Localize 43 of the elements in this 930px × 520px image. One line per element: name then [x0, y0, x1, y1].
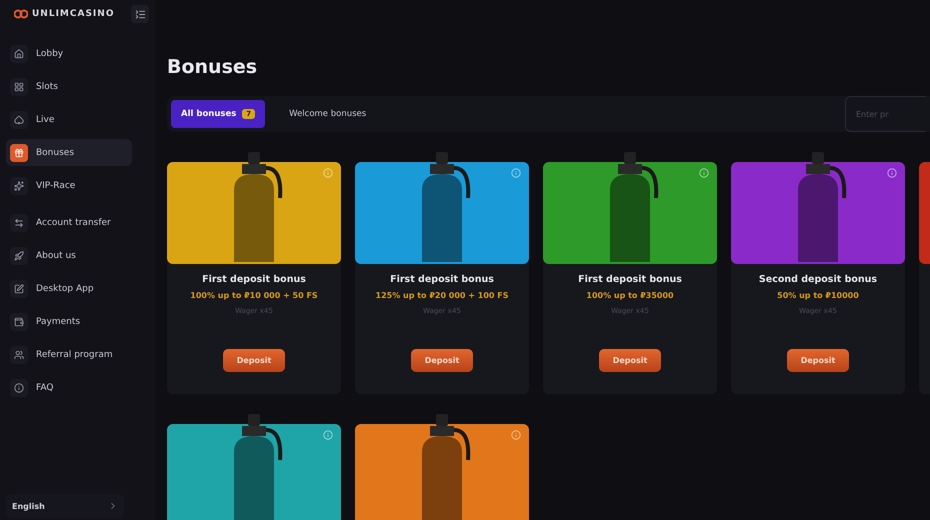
menu-icon: [10, 44, 28, 62]
bonus-offer: 50% up to ₽10000: [777, 291, 859, 300]
bonus-title: First deposit bonus: [202, 274, 306, 285]
sidebar-item[interactable]: FAQ: [6, 374, 132, 401]
info-icon[interactable]: [699, 168, 709, 178]
sidebar-item[interactable]: Bonuses: [6, 139, 132, 166]
menu-icon: [10, 110, 28, 128]
menu-icon: [10, 312, 28, 330]
bonus-title: Second deposit bonus: [758, 274, 878, 285]
logo-icon: [14, 9, 28, 19]
tab[interactable]: Welcome bonuses: [279, 100, 376, 128]
brand-name: UNLIMCASINO: [32, 9, 114, 19]
page-title: Bonuses: [167, 56, 258, 78]
bonus-title: First deposit bonus: [578, 274, 682, 285]
sidebar-item[interactable]: Account transfer: [6, 209, 132, 236]
menu-icon: [10, 378, 28, 396]
language-selector[interactable]: English: [6, 494, 124, 518]
info-icon[interactable]: [511, 168, 521, 178]
info-icon[interactable]: [323, 430, 333, 440]
bonus-offer: 100% up to ₽10 000 + 50 FS: [190, 291, 318, 300]
info-icon[interactable]: [511, 430, 521, 440]
sidebar-item[interactable]: Payments: [6, 308, 132, 335]
sidebar-item[interactable]: VIP-Race: [6, 172, 132, 199]
menu-icon: [10, 176, 28, 194]
bonus-offer: 100% up to ₽35000: [586, 291, 674, 300]
sidebar-item[interactable]: Lobby: [6, 40, 132, 67]
menu-icon: [10, 214, 28, 232]
menu-icon: [10, 246, 28, 264]
sidebar-item[interactable]: Desktop App: [6, 275, 132, 302]
info-icon[interactable]: [887, 168, 897, 178]
bonus-offer: 125% up to ₽20 000 + 100 FS: [376, 291, 508, 300]
sidebar-item[interactable]: Slots: [6, 73, 132, 100]
menu-icon: [10, 144, 28, 162]
collapse-sidebar-icon[interactable]: [131, 5, 149, 23]
info-icon[interactable]: [323, 168, 333, 178]
menu-icon: [10, 280, 28, 298]
sidebar-item[interactable]: About us: [6, 242, 132, 269]
search-field[interactable]: Enter pr: [845, 96, 926, 132]
menu-icon: [10, 346, 28, 364]
sidebar-item[interactable]: Live: [6, 106, 132, 133]
bonus-title: First deposit bonus: [390, 274, 494, 285]
menu-icon: [10, 78, 28, 96]
sidebar-item[interactable]: Referral program: [6, 341, 132, 368]
